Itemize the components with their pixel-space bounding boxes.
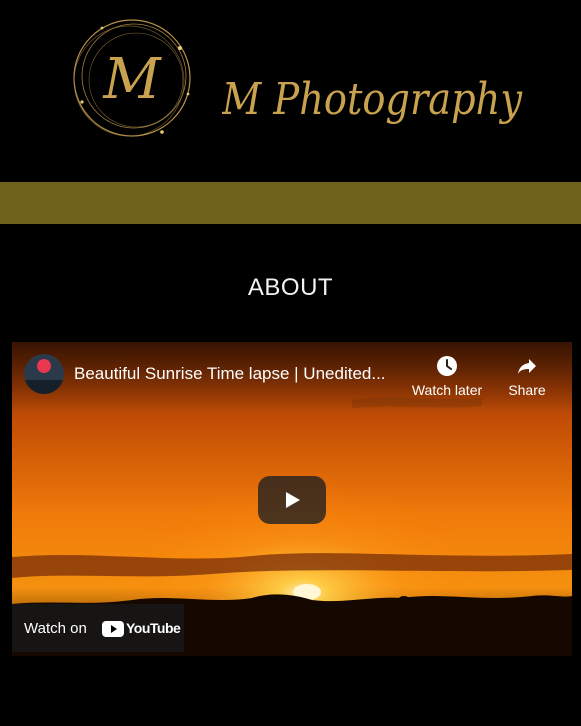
page-title: ABOUT — [247, 274, 334, 301]
video-title[interactable]: Beautiful Sunrise Time lapse | Unedited.… — [74, 364, 404, 384]
svg-text:M: M — [102, 47, 162, 112]
watch-later-label: Watch later — [411, 382, 483, 398]
youtube-embed[interactable]: Beautiful Sunrise Time lapse | Unedited.… — [12, 342, 572, 656]
clock-icon — [437, 356, 457, 376]
logo-wordmark[interactable]: M Photography — [222, 56, 542, 140]
avatar-image — [24, 354, 64, 394]
channel-avatar[interactable] — [24, 354, 64, 394]
youtube-wordmark: YouTube — [126, 620, 181, 636]
site-header: M M Photography — [0, 0, 581, 182]
share-button[interactable]: Share — [504, 354, 550, 398]
watch-on-youtube-button[interactable]: Watch on YouTube — [12, 604, 184, 652]
play-button[interactable] — [258, 476, 326, 524]
watch-later-button[interactable]: Watch later — [410, 354, 484, 398]
svg-text:M Photography: M Photography — [222, 74, 523, 125]
share-arrow-icon — [518, 359, 536, 374]
logo-monogram[interactable]: M — [62, 14, 202, 146]
watch-on-label: Watch on — [24, 620, 87, 637]
play-icon — [286, 492, 300, 508]
nav-bar — [0, 182, 581, 224]
share-label: Share — [508, 382, 546, 398]
